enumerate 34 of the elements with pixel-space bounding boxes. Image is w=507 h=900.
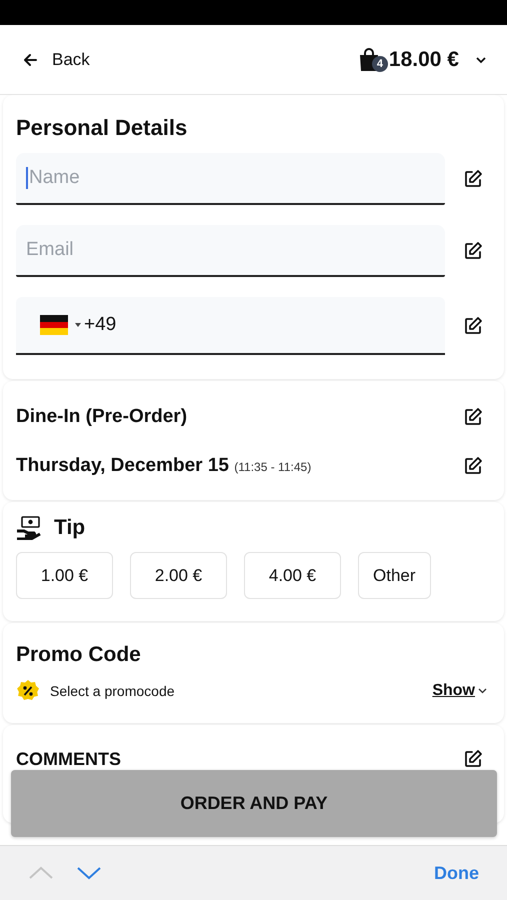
section-title: COMMENTS [16, 748, 121, 770]
flag-icon[interactable] [40, 315, 68, 335]
edit-icon[interactable] [463, 241, 483, 261]
chevron-down-icon[interactable] [478, 688, 487, 694]
tip-option[interactable]: Other [358, 552, 431, 599]
section-title: Promo Code [16, 643, 142, 667]
done-button[interactable]: Done [428, 862, 485, 884]
back-arrow-icon [22, 52, 38, 68]
tip-option[interactable]: 4.00 € [244, 552, 341, 599]
section-title: Tip [54, 516, 86, 540]
placeholder-text: Email [26, 239, 74, 261]
chevron-down-icon[interactable] [475, 56, 487, 64]
tip-option[interactable]: 2.00 € [130, 552, 227, 599]
phone-prefix: +49 [84, 314, 116, 336]
order-mode: Dine-In (Pre-Order) [16, 406, 188, 428]
input-field[interactable]: +49 [16, 297, 445, 355]
promo-label: Select a promocode [50, 683, 176, 699]
edit-icon[interactable] [463, 407, 483, 427]
placeholder-text: Name [29, 167, 80, 189]
edit-icon[interactable] [463, 749, 483, 769]
back-button[interactable]: Back [22, 50, 90, 70]
money-hand-icon [16, 516, 42, 540]
section-title: Personal Details [16, 115, 188, 141]
percent-badge-icon [16, 679, 40, 703]
edit-icon[interactable] [463, 456, 483, 476]
edit-icon[interactable] [463, 169, 483, 189]
order-and-pay-button[interactable]: ORDER AND PAY [11, 770, 497, 837]
edit-icon[interactable] [463, 316, 483, 336]
order-time: (11:35 - 11:45) [234, 460, 312, 474]
order-date: Thursday, December 15 [16, 455, 229, 476]
cart-total: 18.00 € [388, 48, 459, 72]
show-link[interactable]: Show [432, 682, 487, 700]
tip-option[interactable]: 1.00 € [16, 552, 113, 599]
dropdown-triangle-icon[interactable] [74, 322, 82, 328]
